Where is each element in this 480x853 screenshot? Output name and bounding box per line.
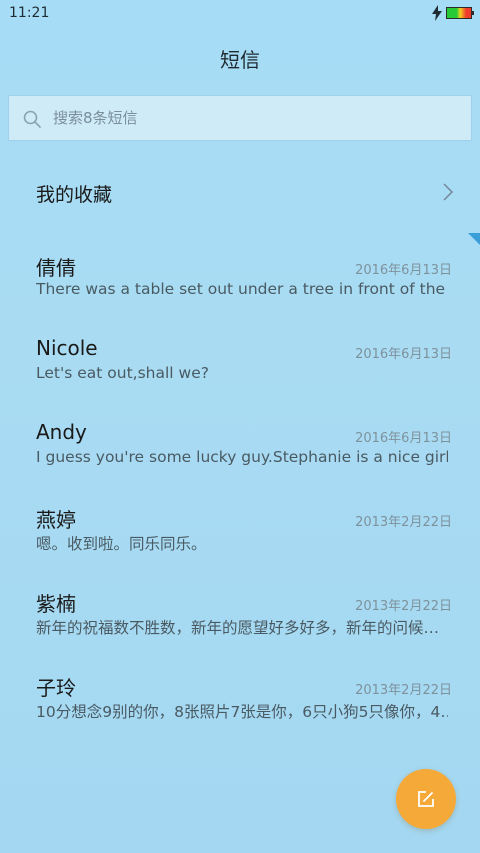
conversation-item[interactable]: 子玲 2013年2月22日 10分想念9别的你，8张照片7张是你，6只小狗5只像… (0, 663, 480, 747)
compose-button[interactable] (396, 769, 456, 829)
conversation-name: 倩倩 (36, 256, 76, 280)
conversation-preview: 10分想念9别的你，8张照片7张是你，6只小狗5只像你，4… (36, 703, 448, 721)
conversation-date: 2016年6月13日 (355, 263, 452, 278)
status-time: 11:21 (9, 5, 50, 21)
conversation-name: Nicole (36, 336, 98, 360)
conversation-date: 2016年6月13日 (355, 347, 452, 362)
conversation-name: 燕婷 (36, 508, 76, 532)
compose-icon (418, 791, 434, 807)
conversation-preview: There was a table set out under a tree i… (36, 280, 448, 298)
conversation-item[interactable]: Nicole 2016年6月13日 Let's eat out,shall we… (0, 327, 480, 411)
conversation-date: 2016年6月13日 (355, 431, 452, 446)
page-title: 短信 (220, 48, 260, 72)
chevron-right-icon (443, 183, 453, 201)
conversation-preview: 嗯。收到啦。同乐同乐。 (36, 535, 207, 553)
conversation-preview: Let's eat out,shall we? (36, 364, 209, 382)
search-icon (23, 110, 41, 128)
conversation-item[interactable]: 燕婷 2013年2月22日 嗯。收到啦。同乐同乐。 (0, 495, 480, 579)
search-box[interactable] (8, 95, 472, 141)
conversation-name: 紫楠 (36, 592, 76, 616)
favorites-row[interactable]: 我的收藏 (0, 160, 480, 224)
conversation-item[interactable]: 紫楠 2013年2月22日 新年的祝福数不胜数，新年的愿望好多好多，新年的问候… (0, 579, 480, 663)
conversation-list: 倩倩 2016年6月13日 There was a table set out … (0, 243, 480, 747)
conversation-preview: 新年的祝福数不胜数，新年的愿望好多好多，新年的问候… (36, 619, 440, 637)
favorites-label: 我的收藏 (36, 184, 113, 206)
conversation-item[interactable]: Andy 2016年6月13日 I guess you're some luck… (0, 411, 480, 495)
conversation-date: 2013年2月22日 (355, 515, 452, 530)
conversation-name: 子玲 (36, 676, 76, 700)
conversation-date: 2013年2月22日 (355, 683, 452, 698)
search-input[interactable] (53, 96, 453, 140)
conversation-preview: I guess you're some lucky guy.Stephanie … (36, 448, 448, 466)
lightning-bolt-icon (432, 5, 442, 21)
conversation-date: 2013年2月22日 (355, 599, 452, 614)
status-icons (431, 5, 474, 21)
status-bar: 11:21 (0, 0, 480, 26)
conversation-item[interactable]: 倩倩 2016年6月13日 There was a table set out … (0, 243, 480, 327)
conversation-name: Andy (36, 420, 87, 444)
battery-icon (446, 7, 474, 19)
